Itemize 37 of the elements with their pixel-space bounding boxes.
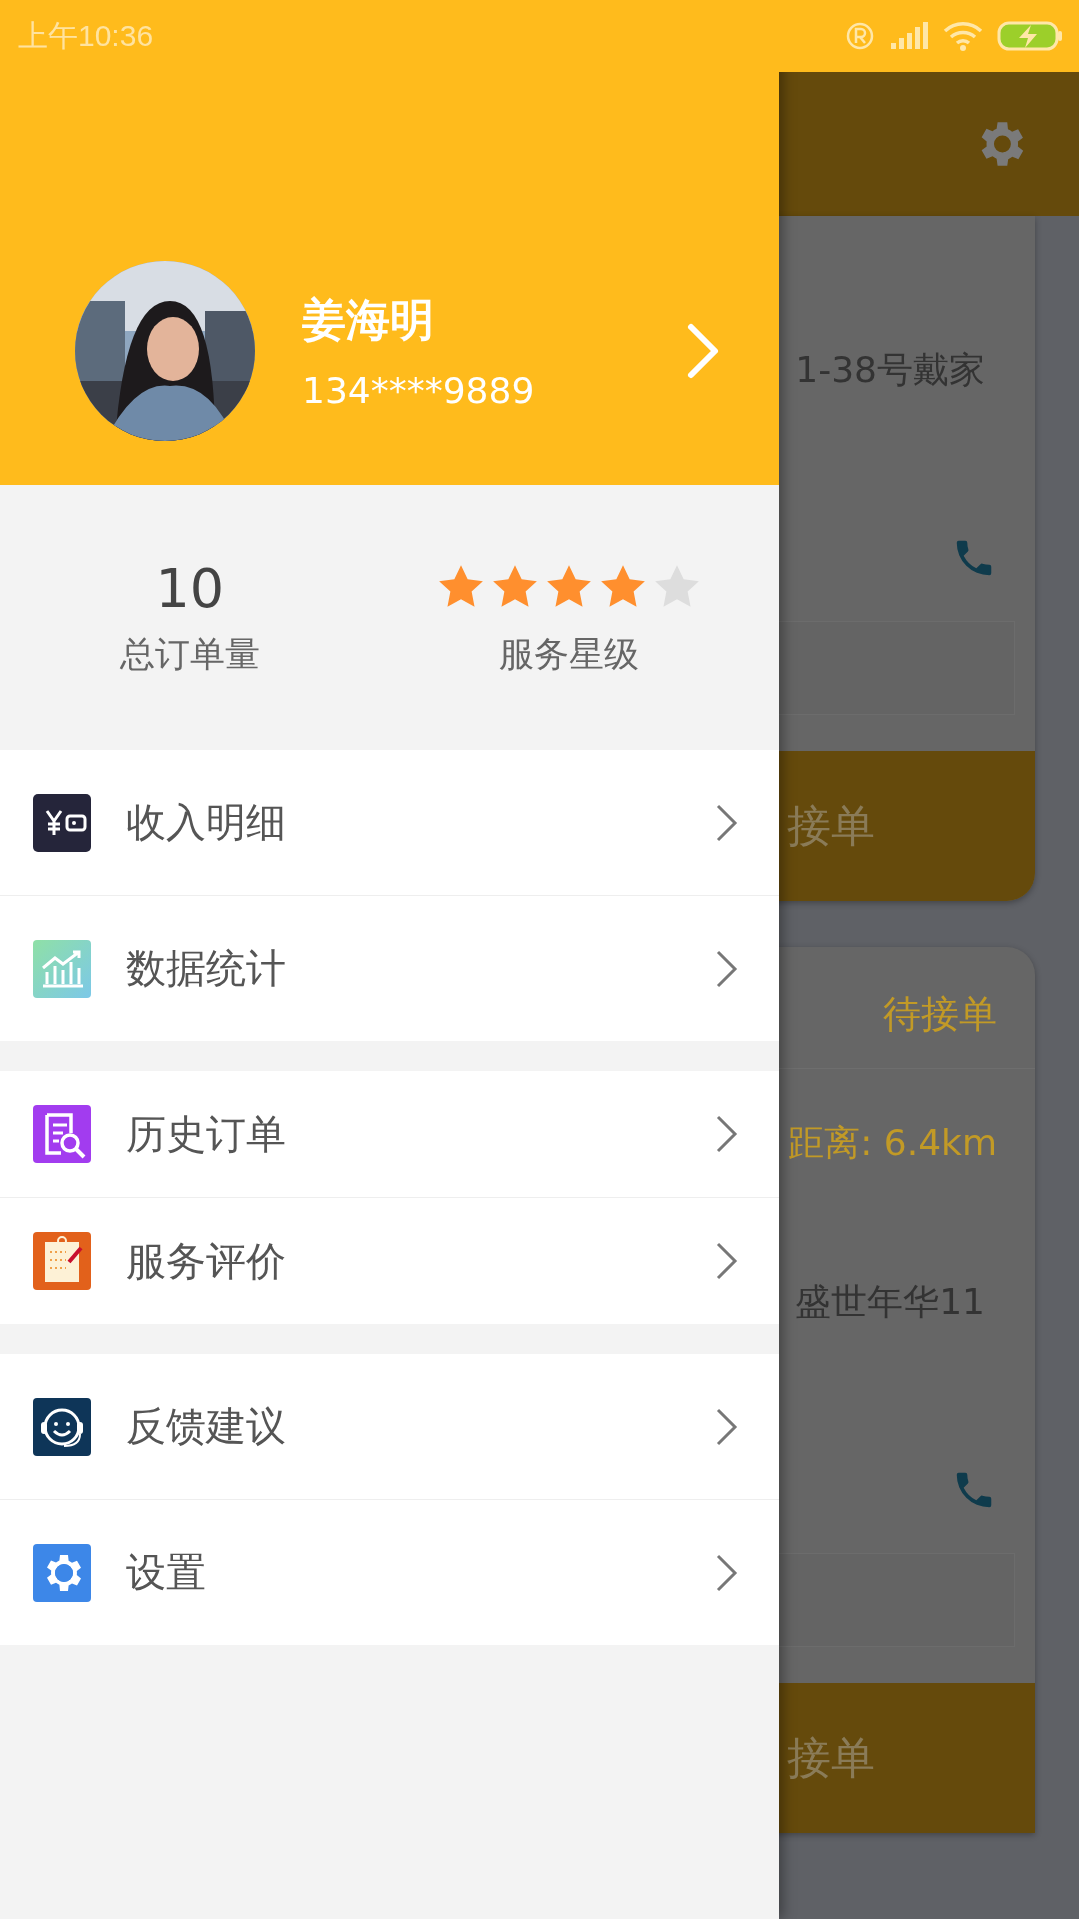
- menu-item[interactable]: 设置: [0, 1500, 779, 1645]
- order-status: 待接单: [883, 991, 997, 1038]
- bar-chart-icon: [33, 939, 91, 998]
- menu-label: 数据统计: [126, 944, 287, 993]
- menu-item[interactable]: 数据统计: [0, 896, 779, 1041]
- chevron-right-icon[interactable]: [685, 321, 721, 381]
- menu-label: 收入明细: [126, 798, 287, 847]
- menu-item[interactable]: 反馈建议: [0, 1354, 779, 1500]
- order-count: 10: [155, 557, 225, 617]
- registered-icon: [845, 21, 875, 51]
- phone-number: 134****9889: [302, 370, 536, 411]
- wallet-icon: [33, 793, 91, 852]
- headset-smiley-icon: [33, 1397, 91, 1456]
- menu-item[interactable]: 历史订单: [0, 1071, 779, 1198]
- chevron-right-icon: [715, 1552, 739, 1593]
- menu-label: 设置: [126, 1548, 207, 1597]
- distance-text: 距离: 6.4km: [788, 1121, 997, 1165]
- chevron-right-icon: [715, 1241, 739, 1281]
- status-time: 上午10:36: [18, 17, 154, 54]
- rating-label: 服务星级: [499, 633, 640, 676]
- clipboard-icon: [33, 1232, 91, 1290]
- chevron-right-icon: [715, 1406, 739, 1447]
- chevron-right-icon: [715, 1114, 739, 1154]
- chevron-right-icon: [715, 948, 739, 989]
- chevron-right-icon: [715, 802, 739, 843]
- menu-item[interactable]: 收入明细: [0, 750, 779, 896]
- driver-name: 姜海明: [302, 293, 435, 347]
- order-count-label: 总订单量: [119, 633, 260, 676]
- battery-charging-icon: [997, 20, 1063, 52]
- signal-icon: [889, 21, 929, 51]
- wifi-icon: [943, 20, 983, 52]
- menu-label: 历史订单: [126, 1109, 287, 1159]
- document-search-icon: [33, 1105, 91, 1163]
- menu-label: 服务评价: [126, 1236, 287, 1286]
- menu-label: 反馈建议: [126, 1402, 287, 1451]
- menu-item[interactable]: 服务评价: [0, 1198, 779, 1324]
- gear-icon: [33, 1543, 91, 1602]
